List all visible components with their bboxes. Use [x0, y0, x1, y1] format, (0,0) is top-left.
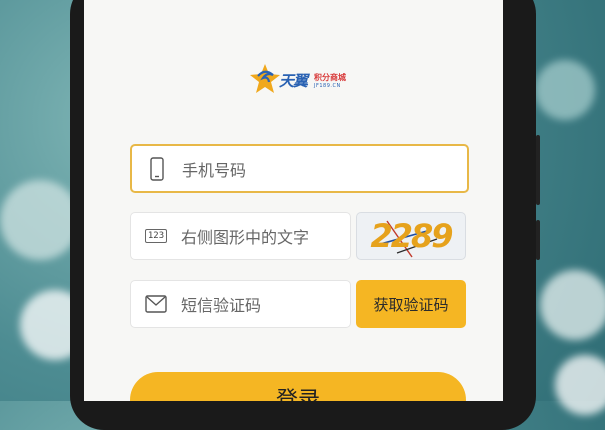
brand-logo: 天翼 积分商城 JF189.CN: [249, 62, 359, 98]
brand-domain: JF189.CN: [314, 83, 341, 89]
get-sms-code-button[interactable]: 获取验证码: [356, 280, 466, 328]
sms-code-placeholder: 短信验证码: [181, 296, 262, 315]
sms-code-input[interactable]: 短信验证码: [130, 280, 351, 328]
background-bokeh: [535, 60, 595, 120]
star-logo-icon: [250, 64, 280, 93]
captcha-image[interactable]: 2289: [356, 212, 466, 260]
captcha-code: 2289: [370, 217, 453, 255]
phone-number-placeholder: 手机号码: [182, 160, 247, 180]
brand-subtitle: 积分商城: [314, 73, 346, 82]
phone-side-button: [536, 135, 540, 205]
captcha-placeholder: 右侧图形中的文字: [181, 228, 310, 247]
phone-screen: 天翼 积分商城 JF189.CN 手机号码 123 右侧图形中的文字 2289: [84, 0, 503, 401]
envelope-icon: [131, 295, 181, 313]
background-bokeh: [540, 270, 605, 340]
phone-number-input[interactable]: 手机号码: [130, 144, 469, 193]
phone-side-button: [536, 220, 540, 260]
number-code-icon: 123: [131, 229, 181, 243]
background-bokeh: [0, 180, 80, 260]
login-button[interactable]: 登录: [130, 372, 466, 401]
captcha-input[interactable]: 123 右侧图形中的文字: [130, 212, 351, 260]
mobile-phone-icon: [132, 156, 182, 181]
brand-title: 天翼: [279, 72, 308, 90]
background-bokeh: [555, 355, 605, 415]
